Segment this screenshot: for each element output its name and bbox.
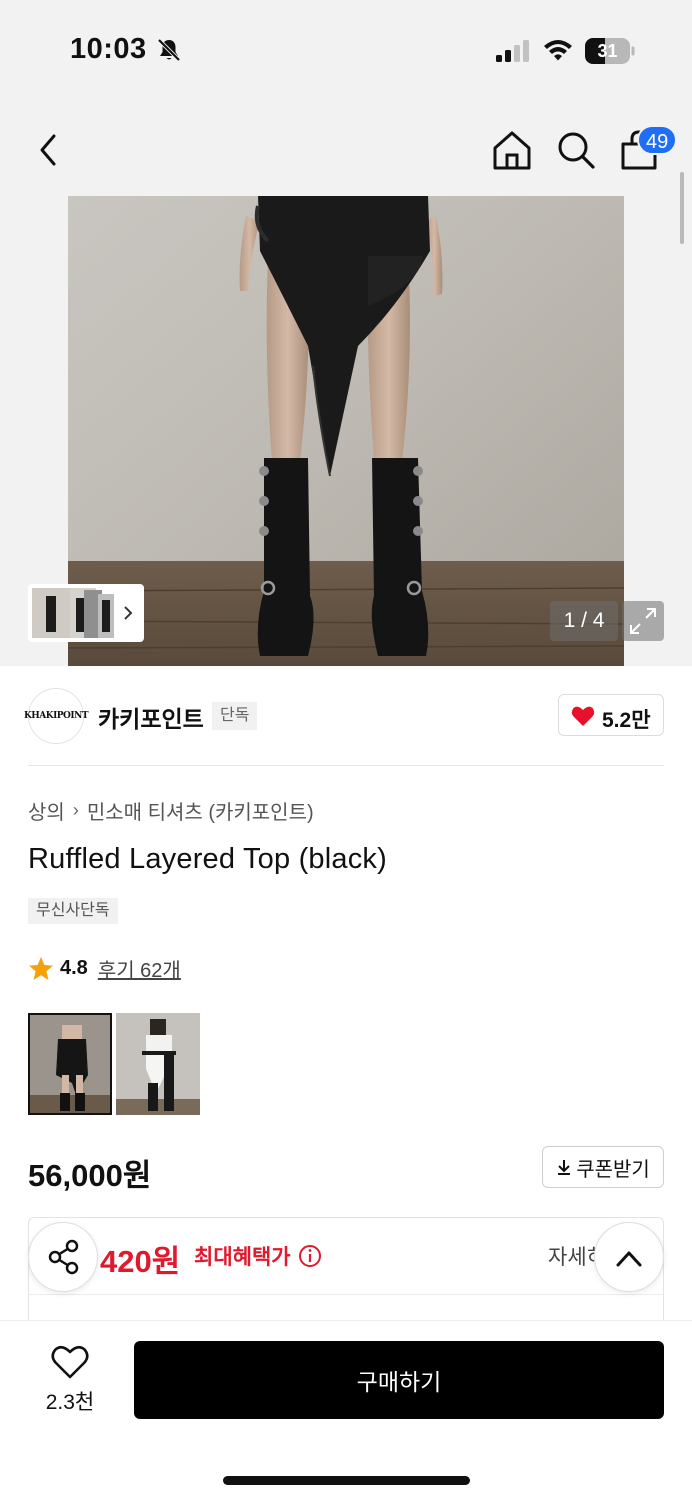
scroll-to-top-button[interactable]	[594, 1222, 664, 1292]
rating-row: 4.8 후기 62개	[28, 954, 181, 983]
back-arrow-icon	[40, 134, 56, 166]
brand-like-count: 5.2만	[602, 709, 651, 732]
brand-name[interactable]: 카키포인트	[98, 700, 204, 734]
gallery-page-indicator: 1 / 4	[550, 601, 618, 641]
status-time: 10:03	[70, 33, 147, 65]
reviews-link[interactable]: 후기 62개	[98, 954, 181, 983]
back-button[interactable]	[32, 130, 68, 170]
chevron-up-icon	[616, 1251, 642, 1267]
color-option-white[interactable]	[116, 1013, 200, 1115]
cart-count-badge: 49	[637, 125, 678, 155]
get-coupon-label: 쿠폰받기	[576, 1158, 650, 1181]
star-icon	[29, 956, 53, 980]
get-coupon-button[interactable]: 쿠폰받기	[542, 1146, 664, 1188]
expand-image-button[interactable]	[622, 601, 664, 641]
home-icon	[493, 131, 531, 170]
home-indicator	[223, 1476, 470, 1485]
download-icon	[558, 1160, 571, 1175]
brand-logo[interactable]: KHAKIPOINT	[24, 688, 89, 744]
gallery-thumbnails-button[interactable]	[28, 584, 144, 642]
share-button[interactable]	[28, 1222, 98, 1292]
wishlist-count: 2.3천	[45, 1391, 95, 1414]
status-bar: 10:03 31	[0, 0, 692, 100]
breadcrumb: 상의 › 민소매 티셔츠 (카키포인트)	[28, 796, 314, 825]
breadcrumb-category[interactable]: 상의	[28, 796, 65, 825]
color-option-white-image	[116, 1013, 200, 1115]
rating-value: 4.8	[60, 957, 88, 979]
color-option-black[interactable]	[28, 1013, 112, 1115]
wishlist-button[interactable]: 2.3천	[34, 1344, 106, 1414]
max-benefit-label: 최대혜택가	[194, 1246, 291, 1269]
product-photo-image	[68, 196, 624, 666]
bell-slash-icon	[157, 38, 181, 62]
top-navigation	[0, 100, 692, 196]
heart-outline-icon	[51, 1345, 89, 1379]
product-title: Ruffled Layered Top (black)	[28, 843, 387, 875]
chevron-right-icon	[124, 606, 133, 620]
search-button[interactable]	[554, 128, 598, 172]
battery-icon: 31	[585, 38, 635, 64]
home-button[interactable]	[490, 128, 534, 172]
battery-level: 31	[597, 41, 618, 61]
buy-button[interactable]: 구매하기	[134, 1341, 664, 1419]
chevron-right-icon: ›	[72, 800, 79, 820]
expand-icon	[630, 608, 656, 634]
share-icon	[48, 1239, 79, 1275]
brand-exclusive-tag: 단독	[212, 702, 258, 730]
divider	[28, 765, 664, 766]
info-icon[interactable]	[298, 1244, 322, 1268]
page-scrollbar[interactable]	[680, 172, 684, 244]
product-photo[interactable]	[68, 196, 624, 666]
heart-filled-icon	[571, 706, 595, 726]
product-price: 56,000원	[28, 1158, 152, 1193]
exclusive-tag: 무신사단독	[28, 898, 118, 924]
wifi-icon	[544, 40, 572, 61]
brand-like-button[interactable]: 5.2만	[558, 694, 664, 736]
breadcrumb-subcategory[interactable]: 민소매 티셔츠 (카키포인트)	[87, 796, 314, 825]
signal-icon	[496, 40, 529, 62]
max-benefit-price: 420원	[100, 1244, 181, 1279]
divider	[29, 1294, 663, 1295]
color-option-black-image	[30, 1015, 110, 1113]
search-icon	[558, 132, 595, 169]
